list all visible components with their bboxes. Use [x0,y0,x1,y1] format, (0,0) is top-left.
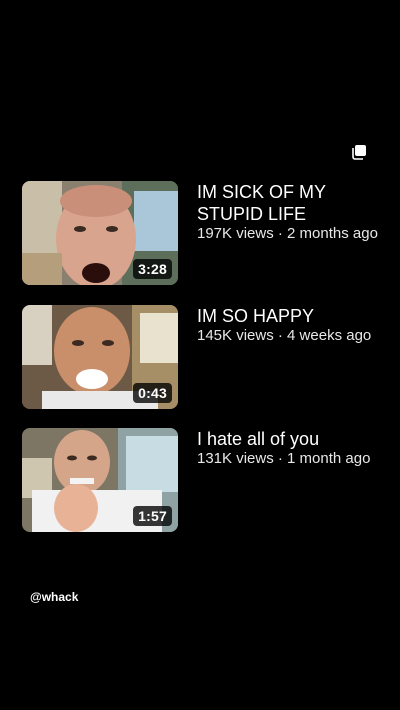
video-title-line-1[interactable]: IM SICK OF MY [197,181,381,203]
video-info[interactable]: I hate all of you 131K views · 1 month a… [197,428,381,532]
video-title[interactable]: IM SO HAPPY [197,305,381,327]
video-item[interactable]: 3:28 IM SICK OF MY STUPID LIFE 197K view… [22,181,400,285]
duration-badge: 0:43 [133,383,172,403]
video-item[interactable]: 0:43 IM SO HAPPY 145K views · 4 weeks ag… [22,305,400,409]
video-title-line-2[interactable]: STUPID LIFE [197,203,381,225]
video-info[interactable]: IM SO HAPPY 145K views · 4 weeks ago [197,305,381,409]
collection-stack-icon[interactable] [351,144,367,160]
creator-handle: @whack [30,590,79,604]
video-thumbnail[interactable]: 3:28 [22,181,178,285]
video-thumbnail[interactable]: 0:43 [22,305,178,409]
video-title[interactable]: I hate all of you [197,428,381,450]
video-info[interactable]: IM SICK OF MY STUPID LIFE 197K views · 2… [197,181,381,285]
video-meta: 145K views · 4 weeks ago [197,327,372,344]
video-item[interactable]: 1:57 I hate all of you 131K views · 1 mo… [22,428,400,532]
video-thumbnail[interactable]: 1:57 [22,428,178,532]
video-meta: 131K views · 1 month ago [197,450,371,467]
video-meta: 197K views · 2 months ago [197,225,378,242]
duration-badge: 3:28 [133,259,172,279]
duration-badge: 1:57 [133,506,172,526]
